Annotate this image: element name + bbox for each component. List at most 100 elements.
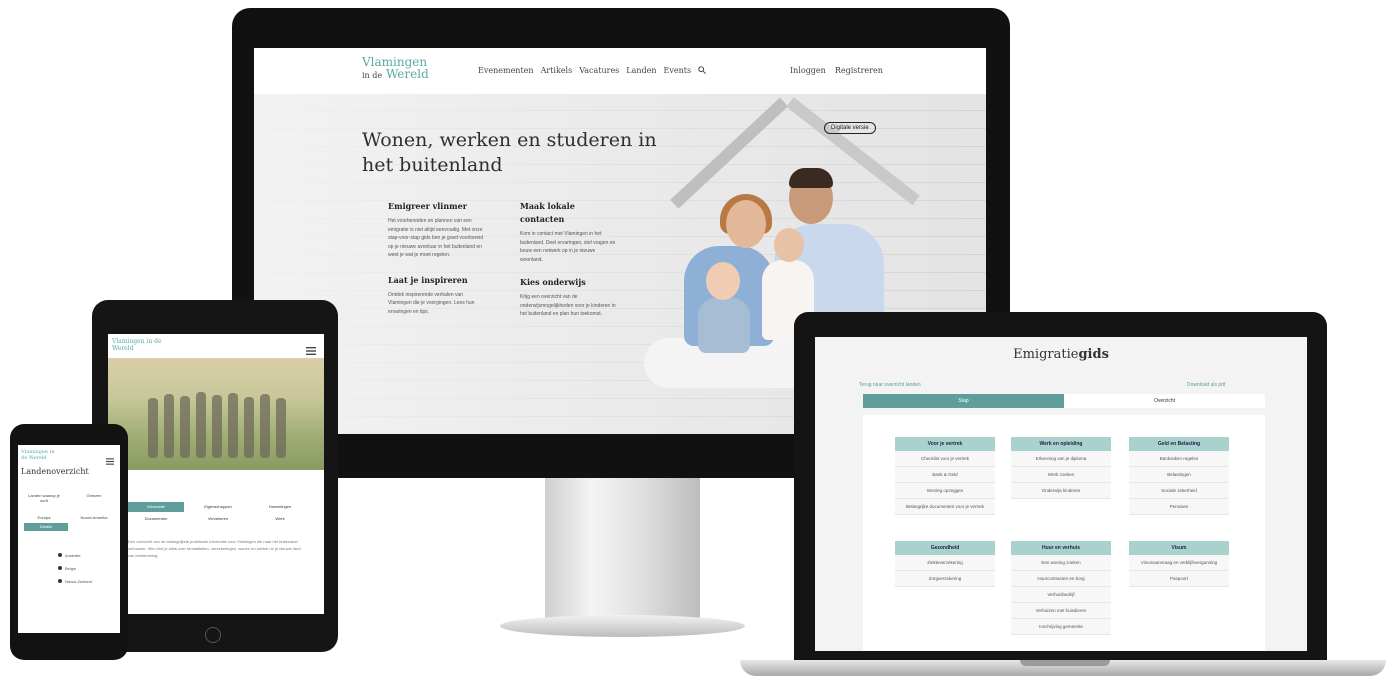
phone-page-title: Landenoverzicht — [21, 467, 89, 476]
guide-card-item[interactable]: Verhuizen met huisdieren — [1011, 603, 1111, 619]
tablet-screen: Vlamingen in de Wereld Informatie Eigens… — [108, 334, 324, 614]
list-item[interactable]: Belgie — [58, 562, 92, 575]
login-link[interactable]: Inloggen — [790, 66, 826, 75]
guide-card-item[interactable]: Ziekteverzekering — [895, 555, 995, 571]
guide-card-item[interactable]: Huurcontracten en borg — [1011, 571, 1111, 587]
tablet-body-text: Een overzicht van de belangrijkste prakt… — [128, 539, 301, 558]
baby-head — [706, 262, 740, 300]
guide-card-item[interactable]: Erkenning van je diploma — [1011, 451, 1111, 467]
list-item[interactable]: Australie — [58, 549, 92, 562]
guide-card-header[interactable]: Werk en opleiding — [1011, 437, 1111, 451]
tablet-tab[interactable]: Verzekeren — [190, 514, 246, 524]
list-item-label: Belgie — [65, 566, 77, 571]
desktop-header: Vlamingen in de Wereld Evenementen Artik… — [254, 48, 986, 94]
register-link[interactable]: Registreren — [835, 66, 883, 75]
tablet-home-button[interactable] — [205, 627, 221, 643]
guide-title-bold: gids — [1078, 347, 1109, 362]
list-item-label: Nieuw-Zeeland — [65, 579, 92, 584]
guide-card: Huur en verhuis Een woning zoeken Huurco… — [1011, 541, 1111, 635]
phone-cell: Landen waarop je surft — [28, 493, 60, 503]
guide-card-item[interactable]: Bank & Geld — [895, 467, 995, 483]
phone-screen: Vlamingen in de Wereld Landenoverzicht L… — [18, 445, 120, 633]
laptop-notch — [1020, 660, 1110, 666]
tablet-tab[interactable]: Eigenschappen — [190, 502, 246, 512]
desktop-main-nav: Evenementen Artikels Vacatures Landen Ev… — [478, 66, 707, 76]
tablet-tabs-row-2: Documenten Verzekeren Werk — [128, 514, 308, 524]
feature-text: Ontdek inspirerende verhalen van Vlaming… — [388, 291, 475, 315]
hamburger-menu-icon[interactable] — [106, 452, 114, 470]
guide-card-header[interactable]: Visum — [1129, 541, 1229, 555]
guide-card-item[interactable]: Pensioen — [1129, 499, 1229, 515]
tab-overzicht[interactable]: Overzicht — [1064, 394, 1265, 408]
search-icon[interactable] — [698, 66, 707, 76]
hero-title: Wonen, werken en studeren in het buitenl… — [362, 129, 657, 176]
phone-country-list: Australie Belgie Nieuw-Zeeland — [58, 549, 92, 588]
feature-heading[interactable]: Kies onderwijs — [520, 276, 616, 289]
bullet-icon — [58, 579, 62, 583]
nav-item[interactable]: Artikels — [541, 66, 573, 76]
father-hair — [789, 168, 833, 188]
feature-heading[interactable]: Maak lokale contacten — [520, 200, 600, 226]
nav-item[interactable]: Landen — [626, 66, 656, 76]
tablet-tab[interactable]: Documenten — [128, 514, 184, 524]
feature-column-2: Maak lokale contacten Kom in contact met… — [520, 200, 616, 319]
guide-card-item[interactable]: Sociale zekerheid — [1129, 483, 1229, 499]
guide-card-item[interactable]: Belastingen — [1129, 467, 1229, 483]
guide-card-item[interactable]: Verhuisbedrijf — [1011, 587, 1111, 603]
feature-text: Het voorbereiden en plannen van een emig… — [388, 218, 484, 258]
tablet-tab[interactable]: Informatie — [128, 502, 184, 512]
bullet-icon — [58, 553, 62, 557]
guide-card-item[interactable]: Woning opzeggen — [895, 483, 995, 499]
feature-heading[interactable]: Laat je inspireren — [388, 274, 484, 287]
guide-panel: Voor je vertrek Checklist voor je vertre… — [863, 415, 1265, 651]
desktop-monitor-stand — [545, 478, 700, 618]
guide-card-item[interactable]: Visumaanvraag en verblijfsvergunning — [1129, 555, 1229, 571]
guide-card: Gezondheid Ziekteverzekering Zorgverzeke… — [895, 541, 995, 587]
tablet-tabs-row-1: Informatie Eigenschappen Handelingen — [128, 502, 308, 512]
desktop-logo[interactable]: Vlamingen in de Wereld — [362, 56, 438, 82]
phone-details-button[interactable]: Details — [24, 523, 68, 531]
guide-card-item[interactable]: Inschrijving gemeente — [1011, 619, 1111, 635]
guide-card-header[interactable]: Gezondheid — [895, 541, 995, 555]
tablet-logo[interactable]: Vlamingen in de Wereld — [112, 338, 162, 352]
list-item-label: Australie — [65, 553, 81, 558]
tablet-tab[interactable]: Werk — [252, 514, 308, 524]
guide-card-item[interactable]: Belangrijke documenten voor je vertrek — [895, 499, 995, 515]
guide-card-item[interactable]: Bankzaken regelen — [1129, 451, 1229, 467]
laptop-screen: Emigratiegids Terug naar overzicht lande… — [815, 337, 1307, 651]
guide-card-header[interactable]: Voor je vertrek — [895, 437, 995, 451]
digital-version-button[interactable]: Digitale versie — [824, 122, 876, 134]
phone-cell: Europa — [37, 515, 51, 520]
nav-item[interactable]: Events — [664, 66, 692, 76]
feature-heading[interactable]: Emigreer vlinmer — [388, 200, 484, 213]
phone-cell: Gelezen — [86, 493, 102, 498]
tablet-tab[interactable]: Handelingen — [252, 502, 308, 512]
phone-logo[interactable]: Vlamingen in de Wereld — [21, 449, 61, 461]
nav-item[interactable]: Vacatures — [579, 66, 619, 76]
girl-head — [774, 228, 804, 262]
guide-card-item[interactable]: Werk zoeken — [1011, 467, 1111, 483]
tab-stap[interactable]: Stap — [863, 394, 1064, 408]
guide-card-header[interactable]: Huur en verhuis — [1011, 541, 1111, 555]
guide-card-item[interactable]: Zorgverzekering — [895, 571, 995, 587]
list-item[interactable]: Nieuw-Zeeland — [58, 575, 92, 588]
guide-tabs: Stap Overzicht — [863, 394, 1265, 408]
guide-title: Emigratiegids — [815, 347, 1307, 362]
guide-card-header[interactable]: Geld en Belasting — [1129, 437, 1229, 451]
phone-cell: Noord-Amerika — [80, 515, 108, 520]
tablet-hero-photo — [108, 358, 324, 470]
download-pdf-link[interactable]: Download als pdf — [1187, 382, 1225, 388]
guide-card-item[interactable]: Checklist voor je vertrek — [895, 451, 995, 467]
logo-small: in de — [362, 71, 383, 80]
feature-text: Kom in contact met Vlamingen in het buit… — [520, 231, 616, 263]
baby-figure — [698, 298, 750, 353]
guide-title-plain: Emigratie — [1013, 347, 1079, 362]
nav-item[interactable]: Evenementen — [478, 66, 534, 76]
desktop-account-nav: Inloggen Registreren — [790, 66, 883, 75]
bullet-icon — [58, 566, 62, 570]
guide-card-item[interactable]: Paspoort — [1129, 571, 1229, 587]
guide-card-item[interactable]: Onderwijs kinderen — [1011, 483, 1111, 499]
phone-row-2: Europa Noord-Amerika — [24, 515, 114, 520]
back-to-overview-link[interactable]: Terug naar overzicht landen — [859, 382, 921, 388]
guide-card-item[interactable]: Een woning zoeken — [1011, 555, 1111, 571]
